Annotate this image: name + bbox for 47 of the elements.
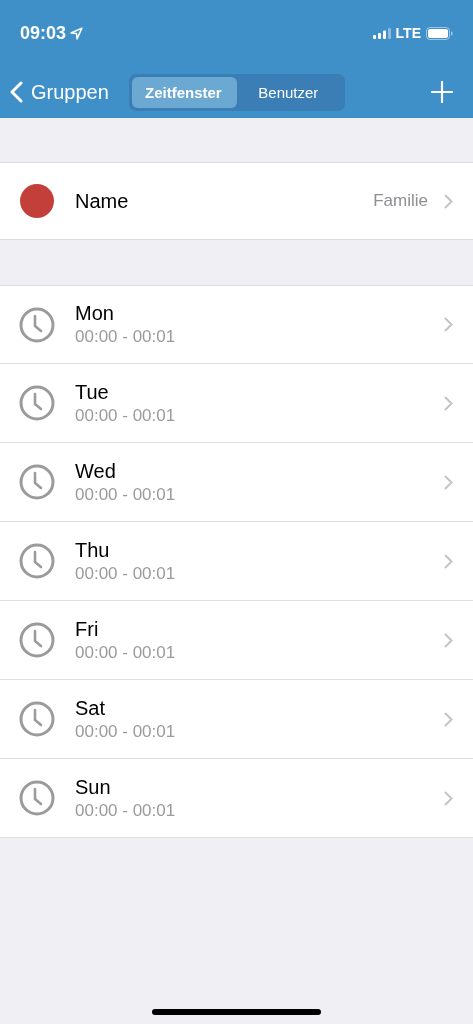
day-label: Thu (75, 538, 111, 562)
chevron-right-icon (444, 193, 453, 209)
clock-icon (19, 780, 55, 816)
time-window-row[interactable]: Tue 00:00 - 00:01 (0, 364, 473, 443)
clock-icon (19, 385, 55, 421)
chevron-right-icon (444, 395, 453, 411)
clock-icon (19, 622, 55, 658)
time-window-row[interactable]: Sat 00:00 - 00:01 (0, 680, 473, 759)
chevron-right-icon (444, 553, 453, 569)
signal-icon (372, 27, 391, 39)
network-label: LTE (395, 25, 421, 41)
clock-icon (19, 464, 55, 500)
day-label: Sat (75, 696, 107, 720)
day-label: Tue (75, 380, 110, 404)
clock-icon (19, 543, 55, 579)
location-icon (70, 26, 84, 40)
time-range: 00:00 - 00:01 (75, 642, 177, 663)
time-range: 00:00 - 00:01 (75, 484, 177, 505)
segment-tab[interactable]: Benutzer (236, 76, 342, 108)
battery-icon (426, 26, 453, 40)
group-name-row[interactable]: Name Familie (0, 163, 473, 240)
time-window-row[interactable]: Fri 00:00 - 00:01 (0, 601, 473, 680)
back-button[interactable]: Gruppen (10, 80, 109, 104)
time-range: 00:00 - 00:01 (75, 800, 177, 821)
chevron-right-icon (444, 790, 453, 806)
row-label: Name (75, 189, 129, 213)
chevron-right-icon (444, 317, 453, 332)
clock-icon (19, 701, 55, 737)
time-window-row[interactable]: Wed 00:00 - 00:01 (0, 443, 473, 522)
day-label: Fri (75, 617, 100, 641)
status-time: 09:03 (20, 22, 67, 44)
time-window-row[interactable]: Sun 00:00 - 00:01 (0, 759, 473, 838)
day-label: Wed (75, 459, 117, 483)
row-value: Familie (373, 191, 428, 211)
chevron-right-icon (444, 711, 453, 727)
add-icon[interactable] (431, 81, 453, 103)
day-label: Sun (75, 775, 112, 799)
day-label: Mon (75, 302, 115, 325)
time-range: 00:00 - 00:01 (75, 563, 177, 584)
time-range: 00:00 - 00:01 (75, 327, 177, 347)
time-range: 00:00 - 00:01 (75, 721, 177, 742)
chevron-right-icon (444, 632, 453, 648)
chevron-left-icon (10, 81, 23, 103)
time-range: 00:00 - 00:01 (75, 405, 177, 426)
clock-icon (19, 306, 55, 343)
time-window-row[interactable]: Thu 00:00 - 00:01 (0, 522, 473, 601)
chevron-right-icon (444, 474, 453, 490)
